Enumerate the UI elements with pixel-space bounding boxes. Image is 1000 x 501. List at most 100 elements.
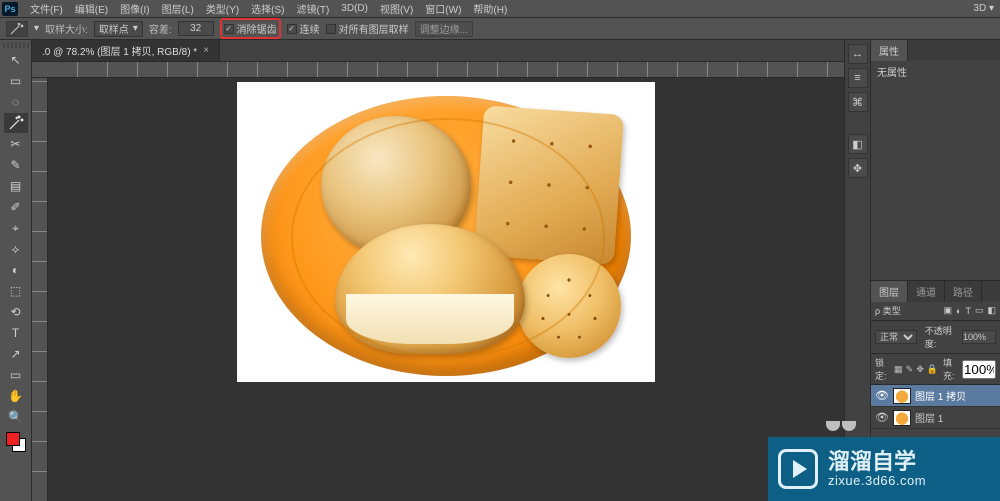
hand-tool[interactable]: ✋ (4, 386, 28, 406)
filter-adj-icon[interactable]: ◐ (956, 306, 961, 316)
image-split-bun (335, 224, 525, 354)
crop-tool[interactable]: ✂ (4, 134, 28, 154)
gradient-tool[interactable]: ⬚ (4, 281, 28, 301)
workspace-switcher[interactable]: 3D ▾ (967, 1, 1000, 16)
menu-window[interactable]: 窗口(W) (419, 0, 467, 18)
layer-thumb[interactable] (893, 410, 911, 426)
properties-panel: 属性 无属性 (871, 40, 1000, 281)
magic-wand-icon (10, 23, 24, 35)
antialias-label: 消除锯齿 (237, 21, 277, 36)
color-swatch[interactable] (6, 432, 26, 452)
canvas[interactable] (237, 82, 655, 382)
menu-filter[interactable]: 滤镜(T) (291, 0, 336, 18)
image-round-bun (321, 116, 471, 256)
filter-shape-icon[interactable]: ▭ (975, 305, 984, 316)
menu-3d[interactable]: 3D(D) (335, 1, 374, 16)
all-layers-checkbox[interactable]: 对所有图层取样 (326, 21, 409, 36)
toolbox-grip[interactable] (3, 42, 29, 48)
eyedropper-tool[interactable]: ✎ (4, 155, 28, 175)
healing-tool[interactable]: ▤ (4, 176, 28, 196)
document-area: .0 @ 78.2% (图层 1 拷贝, RGB/8) * × (32, 40, 844, 501)
vertical-ruler[interactable] (32, 78, 48, 501)
dock-button-3[interactable]: ⌘ (848, 92, 868, 112)
menu-image[interactable]: 图像(I) (114, 0, 155, 18)
menu-select[interactable]: 选择(S) (245, 0, 290, 18)
play-icon (778, 449, 818, 489)
layer-thumb[interactable] (893, 388, 911, 404)
layer-row[interactable]: 👁 图层 1 拷贝 (871, 385, 1000, 407)
menu-view[interactable]: 视图(V) (374, 0, 419, 18)
channels-tab[interactable]: 通道 (908, 281, 945, 302)
lock-all-icon[interactable]: 🔒 (927, 364, 937, 374)
lock-pos-icon[interactable]: ✥ (916, 364, 924, 374)
visibility-toggle[interactable]: 👁 (875, 411, 889, 424)
sample-size-label: 取样大小: (45, 21, 88, 36)
properties-tab[interactable]: 属性 (871, 40, 908, 61)
zoom-tool[interactable]: 🔍 (4, 407, 28, 427)
lock-label: 锁定: (875, 356, 891, 382)
image-square-cracker (474, 105, 624, 264)
tool-preset-picker[interactable] (6, 21, 28, 37)
antialias-checkbox[interactable]: ✓消除锯齿 (224, 21, 277, 36)
toolbox: ↖ ▭ ◌ ✂ ✎ ▤ ✐ ⌖ ⟡ ◐ ⬚ ⟲ T ↗ ▭ ✋ 🔍 (0, 40, 32, 501)
tolerance-input[interactable] (178, 21, 214, 36)
dock-button-1[interactable]: ↔ (848, 44, 868, 64)
document-tabs: .0 @ 78.2% (图层 1 拷贝, RGB/8) * × (32, 40, 844, 62)
dock-button-2[interactable]: ≡ (848, 68, 868, 88)
filter-smart-icon[interactable]: ◧ (987, 305, 996, 316)
lock-paint-icon[interactable]: ✎ (905, 364, 913, 374)
watermark: 溜溜自学 zixue.3d66.com (768, 437, 1000, 501)
filter-type-icon[interactable]: T (965, 306, 971, 316)
menu-edit[interactable]: 编辑(E) (69, 0, 114, 18)
visibility-toggle[interactable]: 👁 (875, 389, 889, 402)
type-tool[interactable]: T (4, 323, 28, 343)
fill-input[interactable] (962, 360, 996, 379)
shape-tool[interactable]: ▭ (4, 365, 28, 385)
properties-body: 无属性 (871, 60, 1000, 280)
dock-button-5[interactable]: ✥ (848, 158, 868, 178)
options-bar: ▾ 取样大小: 取样点▾ 容差: ✓消除锯齿 ✓连续 对所有图层取样 调整边缘.… (0, 18, 1000, 40)
layer-list: 👁 图层 1 拷贝 👁 图层 1 (871, 385, 1000, 429)
history-brush-tool[interactable]: ⟡ (4, 239, 28, 259)
blur-tool[interactable]: ⟲ (4, 302, 28, 322)
fill-label: 填充: (943, 356, 959, 382)
right-panels: 属性 无属性 图层 通道 路径 ρ 类型 ▣ ◐ T ▭ ◧ 正常 不 (870, 40, 1000, 501)
stamp-tool[interactable]: ⌖ (4, 218, 28, 238)
menu-layer[interactable]: 图层(L) (156, 0, 200, 18)
foreground-color[interactable] (6, 432, 20, 446)
filter-pict-icon[interactable]: ▣ (944, 305, 953, 316)
refine-edge-button[interactable]: 调整边缘... (415, 21, 473, 37)
blend-mode-select[interactable]: 正常 (875, 330, 917, 344)
close-icon[interactable]: × (203, 45, 209, 56)
canvas-viewport[interactable] (48, 78, 844, 501)
contiguous-label: 连续 (300, 21, 320, 36)
horizontal-ruler[interactable] (32, 62, 844, 78)
contiguous-checkbox[interactable]: ✓连续 (287, 21, 320, 36)
paths-tab[interactable]: 路径 (945, 281, 982, 302)
layer-name[interactable]: 图层 1 (915, 410, 943, 425)
watermark-url: zixue.3d66.com (828, 474, 926, 488)
menu-help[interactable]: 帮助(H) (467, 0, 513, 18)
menu-file[interactable]: 文件(F) (24, 0, 69, 18)
antialias-highlight: ✓消除锯齿 (220, 18, 281, 39)
all-layers-label: 对所有图层取样 (339, 21, 409, 36)
move-tool[interactable]: ↖ (4, 50, 28, 70)
document-title: .0 @ 78.2% (图层 1 拷贝, RGB/8) * (42, 43, 197, 58)
layer-row[interactable]: 👁 图层 1 (871, 407, 1000, 429)
sample-size-select[interactable]: 取样点▾ (94, 21, 143, 37)
layer-name[interactable]: 图层 1 拷贝 (915, 388, 966, 403)
eraser-tool[interactable]: ◐ (4, 260, 28, 280)
lasso-tool[interactable]: ◌ (4, 92, 28, 112)
document-tab[interactable]: .0 @ 78.2% (图层 1 拷贝, RGB/8) * × (32, 40, 220, 61)
path-select-tool[interactable]: ↗ (4, 344, 28, 364)
magic-wand-tool[interactable] (4, 113, 28, 133)
layers-tab[interactable]: 图层 (871, 281, 908, 302)
scroll-notches (826, 421, 856, 431)
lock-trans-icon[interactable]: ▦ (894, 364, 903, 374)
menu-bar: Ps 文件(F) 编辑(E) 图像(I) 图层(L) 类型(Y) 选择(S) 滤… (0, 0, 1000, 18)
menu-type[interactable]: 类型(Y) (200, 0, 245, 18)
dock-button-4[interactable]: ◧ (848, 134, 868, 154)
opacity-input[interactable] (962, 330, 996, 344)
brush-tool[interactable]: ✐ (4, 197, 28, 217)
marquee-tool[interactable]: ▭ (4, 71, 28, 91)
